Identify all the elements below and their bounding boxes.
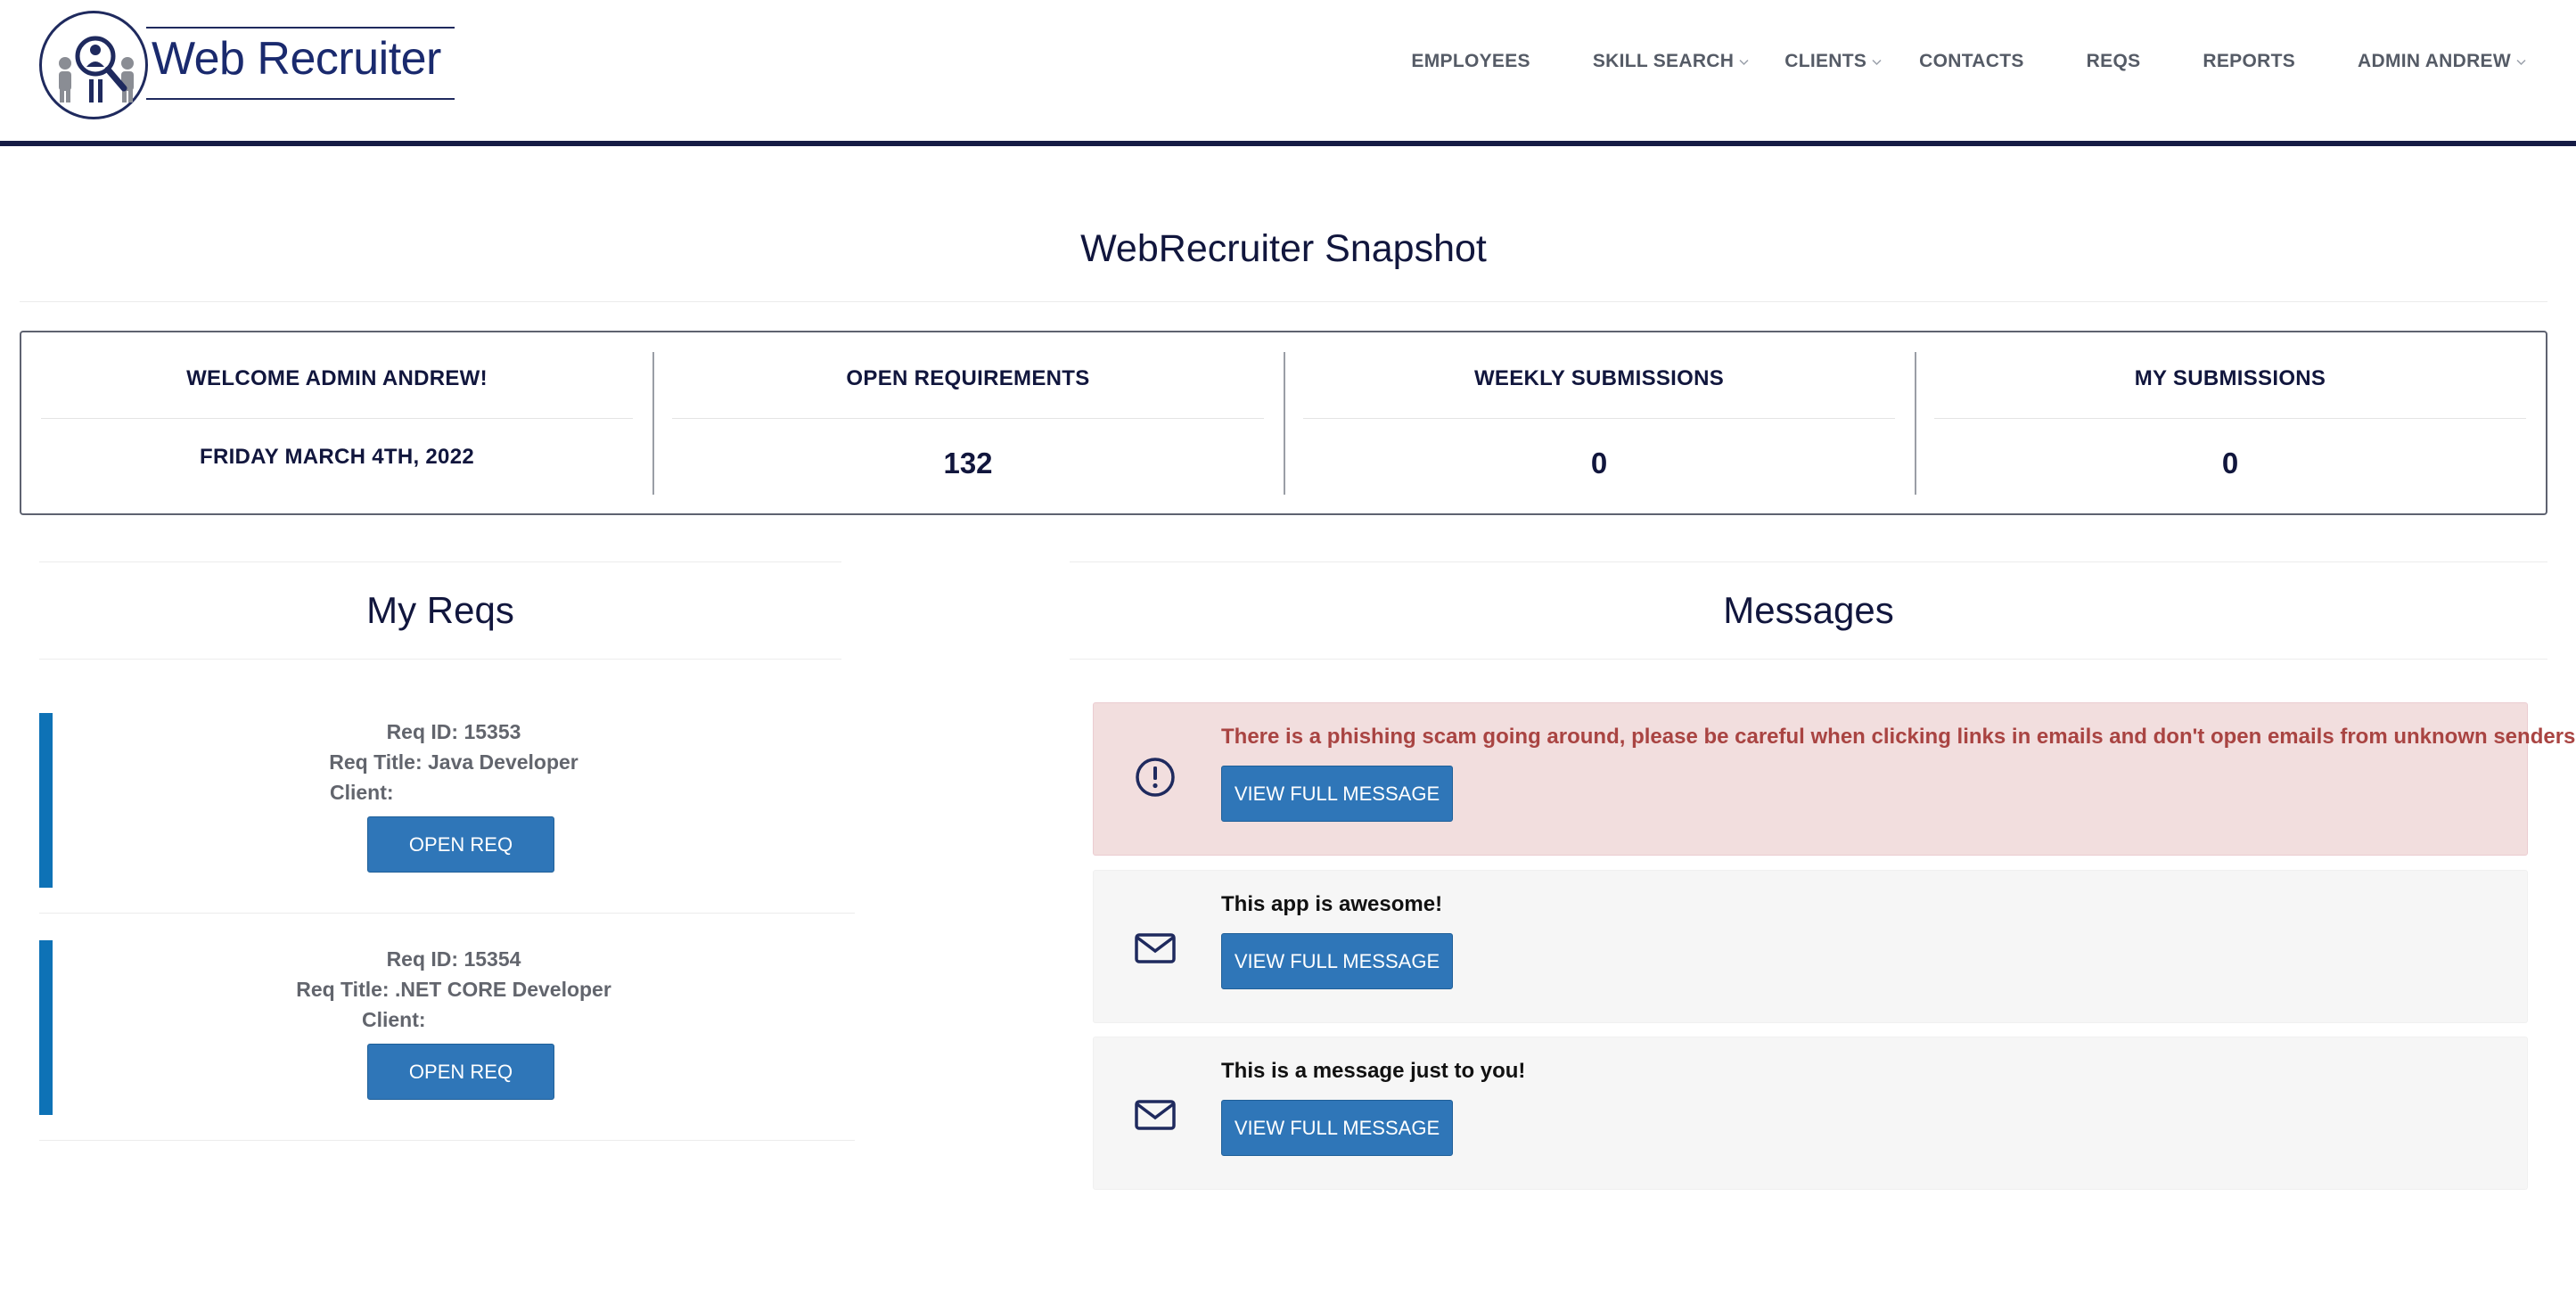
stat-value: 0 bbox=[2221, 447, 2239, 479]
snapshot-weekly-submissions: WEEKLY SUBMISSIONS 0 bbox=[1284, 332, 1915, 513]
nav-label: CONTACTS bbox=[1919, 51, 2024, 71]
nav-employees[interactable]: EMPLOYEES bbox=[1411, 48, 1530, 75]
stat-value: 132 bbox=[943, 447, 993, 479]
view-full-message-button[interactable]: VIEW FULL MESSAGE bbox=[1221, 933, 1453, 989]
logo-text: Web Recruiter bbox=[152, 33, 441, 85]
divider bbox=[1303, 418, 1895, 419]
welcome-heading: WELCOME ADMIN ANDREW! bbox=[186, 366, 488, 390]
envelope-icon bbox=[1135, 1100, 1176, 1130]
stat-label: OPEN REQUIREMENTS bbox=[846, 366, 1090, 390]
req-id: Req ID: 15354 bbox=[386, 947, 521, 971]
snapshot-welcome: WELCOME ADMIN ANDREW! FRIDAY MARCH 4TH, … bbox=[21, 332, 652, 513]
message-text: This is a message just to you! bbox=[1221, 1059, 1526, 1083]
divider bbox=[39, 913, 855, 914]
nav-reports[interactable]: REPORTS bbox=[2203, 48, 2295, 75]
nav-label: REPORTS bbox=[2203, 51, 2296, 71]
divider bbox=[20, 301, 2547, 302]
message-item: This is a message just to you! VIEW FULL… bbox=[1093, 1037, 2528, 1190]
req-client: Client: bbox=[362, 1008, 426, 1031]
nav-label: EMPLOYEES bbox=[1411, 51, 1530, 71]
divider bbox=[1934, 418, 2526, 419]
stat-label: WEEKLY SUBMISSIONS bbox=[1473, 366, 1725, 390]
req-title: Req Title: Java Developer bbox=[329, 750, 578, 774]
stat-label: MY SUBMISSIONS bbox=[2134, 366, 2326, 390]
message-text: There is a phishing scam going around, p… bbox=[1221, 725, 2576, 749]
divider bbox=[39, 1140, 855, 1141]
people-search-icon bbox=[59, 36, 134, 102]
nav-contacts[interactable]: CONTACTS bbox=[1919, 48, 2024, 75]
open-req-button[interactable]: OPEN REQ bbox=[367, 1044, 554, 1100]
req-title: Req Title: .NET CORE Developer bbox=[296, 978, 611, 1001]
nav-admin-andrew[interactable]: ADMIN ANDREW bbox=[2358, 48, 2526, 75]
view-full-message-button[interactable]: VIEW FULL MESSAGE bbox=[1221, 1100, 1453, 1156]
chevron-down-icon bbox=[2516, 57, 2526, 67]
main-nav: EMPLOYEES SKILL SEARCH CLIENTS CONTACTS … bbox=[1411, 48, 2526, 75]
snapshot-my-submissions: MY SUBMISSIONS 0 bbox=[1915, 332, 2546, 513]
exclamation-circle-icon bbox=[1136, 758, 1175, 797]
open-req-button[interactable]: OPEN REQ bbox=[367, 816, 554, 873]
req-id: Req ID: 15353 bbox=[386, 720, 521, 743]
snapshot-panel: WELCOME ADMIN ANDREW! FRIDAY MARCH 4TH, … bbox=[20, 331, 2547, 515]
envelope-icon bbox=[1135, 933, 1176, 963]
divider bbox=[672, 418, 1264, 419]
divider bbox=[1070, 659, 2547, 660]
snapshot-open-requirements: OPEN REQUIREMENTS 132 bbox=[652, 332, 1284, 513]
nav-skill-search[interactable]: SKILL SEARCH bbox=[1593, 48, 1749, 75]
message-alert: There is a phishing scam going around, p… bbox=[1093, 702, 2576, 856]
my-reqs-section: My Reqs Req ID: 15353 Req Title: Java De… bbox=[39, 561, 855, 1141]
logo-line-bottom bbox=[146, 98, 455, 100]
my-reqs-title: My Reqs bbox=[366, 589, 514, 631]
page-title: WebRecruiter Snapshot bbox=[1080, 227, 1487, 270]
current-date: FRIDAY MARCH 4TH, 2022 bbox=[199, 445, 475, 469]
logo-circle bbox=[39, 11, 148, 119]
req-card: Req ID: 15354 Req Title: .NET CORE Devel… bbox=[39, 940, 855, 1141]
stat-value: 0 bbox=[1590, 447, 1608, 479]
nav-clients[interactable]: CLIENTS bbox=[1784, 48, 1882, 75]
messages-section: Messages There is a phishing scam going … bbox=[1070, 561, 2576, 1190]
req-card: Req ID: 15353 Req Title: Java Developer … bbox=[39, 713, 855, 914]
logo[interactable]: Web Recruiter bbox=[39, 11, 455, 119]
chevron-down-icon bbox=[1739, 57, 1749, 67]
nav-label: ADMIN ANDREW bbox=[2358, 51, 2511, 71]
divider bbox=[41, 418, 633, 419]
header: Web Recruiter EMPLOYEES SKILL SEARCH CLI… bbox=[0, 0, 2576, 146]
nav-label: REQS bbox=[2086, 51, 2141, 71]
view-full-message-button[interactable]: VIEW FULL MESSAGE bbox=[1221, 766, 1453, 822]
chevron-down-icon bbox=[1872, 57, 1882, 67]
nav-reqs[interactable]: REQS bbox=[2087, 48, 2141, 75]
message-text: This app is awesome! bbox=[1221, 892, 1443, 916]
divider bbox=[39, 659, 841, 660]
req-client: Client: bbox=[330, 781, 394, 804]
messages-title: Messages bbox=[1723, 589, 1894, 631]
nav-label: SKILL SEARCH bbox=[1592, 51, 1735, 71]
nav-label: CLIENTS bbox=[1784, 51, 1867, 71]
logo-line-top bbox=[146, 27, 455, 29]
message-item: This app is awesome! VIEW FULL MESSAGE bbox=[1093, 870, 2528, 1023]
